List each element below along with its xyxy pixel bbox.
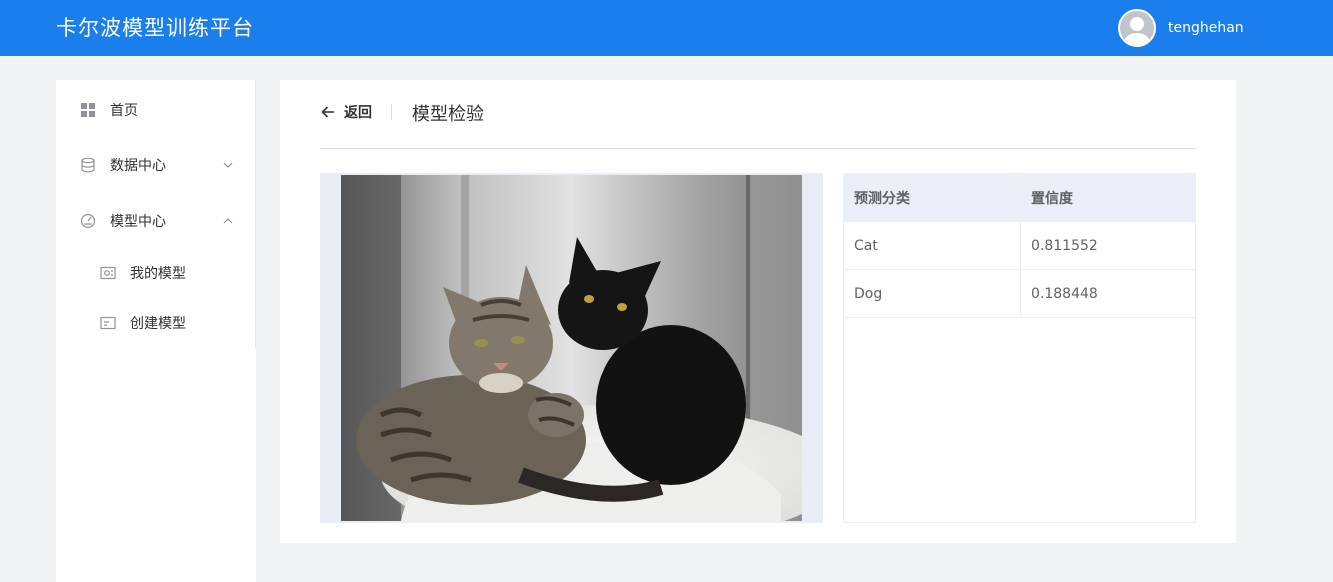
model-card-icon [100,266,116,280]
back-button[interactable]: 返回 [320,102,372,122]
sidebar-divider [255,80,256,348]
sidebar-item-create-model[interactable]: 创建模型 [56,298,255,348]
create-card-icon [100,316,116,330]
avatar[interactable] [1118,9,1156,47]
chevron-up-icon [223,218,233,224]
prediction-table: 预测分类 置信度 Cat 0.811552 Dog 0.188448 [843,173,1196,523]
sidebar-item-label: 首页 [110,103,138,119]
column-header-confidence: 置信度 [1020,174,1195,222]
back-label: 返回 [344,105,372,121]
sidebar-item-model-center[interactable]: 模型中心 [56,193,255,249]
class-cell: Dog [854,286,883,302]
class-cell: Cat [854,238,878,254]
gauge-icon [80,213,96,229]
confidence-cell: 0.811552 [1020,222,1195,270]
sidebar-item-home[interactable]: 首页 [56,82,255,138]
brand-title: 卡尔波模型训练平台 [56,16,254,40]
user-avatar-icon [1120,11,1154,45]
sidebar-item-label: 模型中心 [110,214,166,230]
confidence-cell: 0.188448 [1020,270,1195,318]
sidebar-item-label: 数据中心 [110,158,166,174]
sidebar-item-my-models[interactable]: 我的模型 [56,248,255,298]
chevron-down-icon [223,162,233,168]
page-title: 模型检验 [412,104,484,125]
table-header: 预测分类 置信度 [844,174,1195,222]
sidebar-item-data-center[interactable]: 数据中心 [56,137,255,193]
title-divider [320,148,1196,149]
table-row: Cat 0.811552 [844,222,1195,270]
image-preview [320,173,823,523]
sidebar-item-label: 创建模型 [130,316,186,332]
sidebar: 首页 数据中心 模型中心 我的模型 创建模型 [56,80,256,582]
sidebar-item-label: 我的模型 [130,266,186,282]
cats-photo [341,175,802,521]
main-card: 返回 模型检验 预测分类 置信度 Cat 0.811552 Dog 0.1884… [280,80,1236,543]
top-bar: 卡尔波模型训练平台 tenghehan [0,0,1333,56]
header-divider [391,104,392,120]
column-header-class: 预测分类 [854,191,910,207]
username[interactable]: tenghehan [1168,20,1244,36]
arrow-left-icon [321,106,334,118]
database-icon [81,157,95,173]
grid-icon [81,103,95,117]
user-menu[interactable]: tenghehan [1118,9,1244,47]
table-row: Dog 0.188448 [844,270,1195,318]
